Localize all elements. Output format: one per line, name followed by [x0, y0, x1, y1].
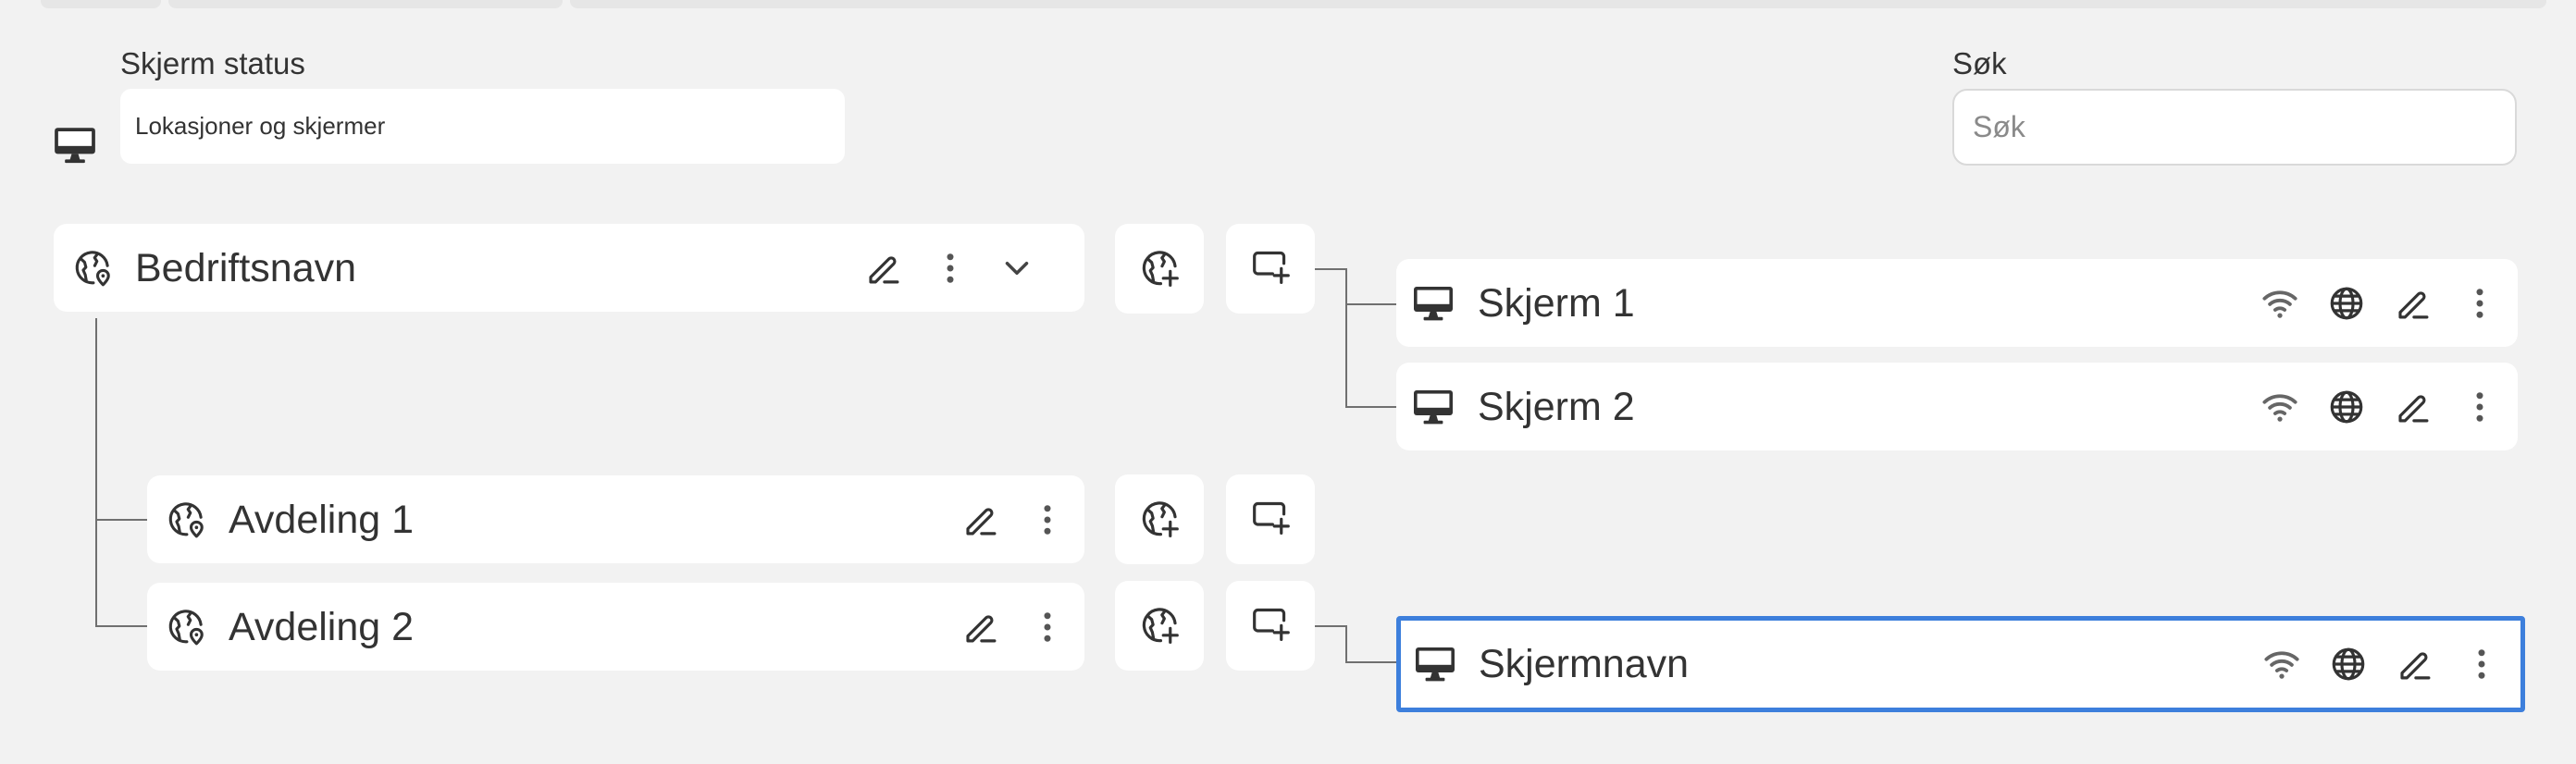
top-bar-segment [41, 0, 161, 8]
screen-add-icon [1250, 603, 1292, 645]
department-name: Avdeling 2 [229, 605, 415, 649]
screen-name: Skjerm 2 [1478, 385, 1635, 429]
monitor-icon [1411, 281, 1455, 326]
globe-add-icon [1139, 605, 1181, 647]
screen-add-icon [1250, 497, 1292, 538]
search-input[interactable] [1952, 89, 2517, 166]
tree-connector [1345, 661, 1397, 663]
tree-connector [1345, 625, 1347, 663]
globe-add-icon [1139, 248, 1181, 290]
kebab-menu-icon[interactable] [2462, 645, 2501, 684]
tree-connector [1314, 625, 1347, 627]
edit-icon[interactable] [961, 500, 1000, 539]
kebab-menu-icon[interactable] [1028, 608, 1067, 647]
status-select[interactable]: Lokasjoner og skjermer [120, 89, 845, 164]
edit-icon[interactable] [864, 249, 903, 288]
company-row[interactable]: Bedriftsnavn [54, 224, 1084, 312]
monitor-icon [52, 122, 98, 168]
globe-pin-icon [166, 499, 206, 540]
kebab-menu-icon[interactable] [931, 249, 970, 288]
edit-icon[interactable] [2394, 284, 2433, 323]
add-screen-button[interactable] [1226, 224, 1315, 314]
department-row[interactable]: Avdeling 2 [147, 583, 1084, 671]
top-bar-segment [570, 0, 2546, 8]
tree-connector [1314, 268, 1347, 270]
globe-icon[interactable] [2327, 388, 2366, 426]
monitor-icon [1411, 385, 1455, 429]
wifi-icon [2262, 645, 2301, 684]
tree-connector [95, 318, 97, 627]
edit-icon[interactable] [961, 608, 1000, 647]
status-label: Skjerm status [120, 46, 305, 80]
department-row[interactable]: Avdeling 1 [147, 475, 1084, 563]
add-screen-button[interactable] [1226, 474, 1315, 564]
tree-connector [1345, 303, 1397, 305]
globe-icon[interactable] [2329, 645, 2368, 684]
globe-pin-icon [166, 607, 206, 647]
edit-icon[interactable] [2394, 388, 2433, 426]
search-label: Søk [1952, 46, 2007, 80]
tree-connector [95, 625, 147, 627]
add-location-button[interactable] [1115, 581, 1204, 671]
monitor-icon [1413, 642, 1457, 686]
wifi-icon [2260, 388, 2299, 426]
edit-icon[interactable] [2396, 645, 2434, 684]
kebab-menu-icon[interactable] [1028, 500, 1067, 539]
add-location-button[interactable] [1115, 224, 1204, 314]
globe-pin-icon [72, 248, 113, 289]
kebab-menu-icon[interactable] [2460, 388, 2499, 426]
company-name: Bedriftsnavn [135, 246, 357, 290]
screen-row[interactable]: Skjerm 2 [1396, 363, 2518, 450]
globe-add-icon [1139, 499, 1181, 540]
screen-add-icon [1250, 246, 1292, 288]
department-name: Avdeling 1 [229, 498, 415, 542]
tree-connector [1345, 268, 1347, 407]
add-screen-button[interactable] [1226, 581, 1315, 671]
tree-connector [95, 519, 147, 521]
wifi-icon [2260, 284, 2299, 323]
top-bar-segment [168, 0, 563, 8]
add-location-button[interactable] [1115, 474, 1204, 564]
chevron-down-icon[interactable] [997, 249, 1036, 288]
globe-icon[interactable] [2327, 284, 2366, 323]
tree-connector [1345, 406, 1397, 408]
kebab-menu-icon[interactable] [2460, 284, 2499, 323]
screen-name: Skjermnavn [1479, 642, 1690, 686]
screen-name: Skjerm 1 [1478, 281, 1635, 326]
screen-row[interactable]: Skjerm 1 [1396, 259, 2518, 347]
screen-row-selected[interactable]: Skjermnavn [1396, 616, 2525, 712]
